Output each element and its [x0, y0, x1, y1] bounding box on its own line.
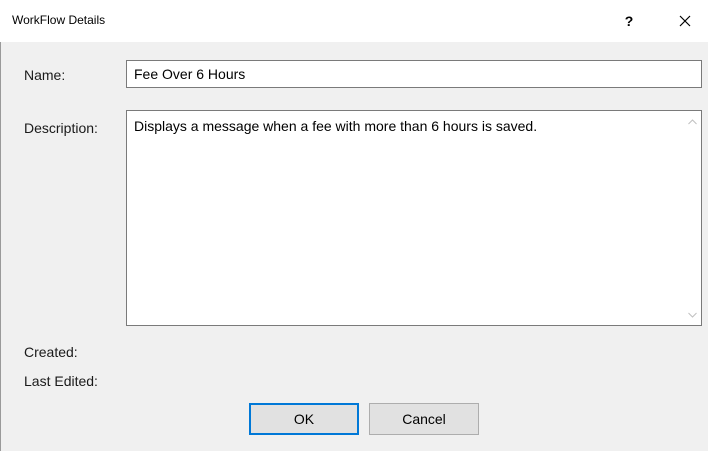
window-title: WorkFlow Details — [12, 13, 106, 27]
window-border — [0, 0, 1, 451]
name-field[interactable] — [126, 60, 702, 88]
ok-button[interactable]: OK — [249, 403, 359, 435]
close-icon — [679, 15, 691, 27]
description-label: Description: — [24, 120, 98, 136]
description-scrollbar[interactable] — [684, 111, 701, 325]
last-edited-label: Last Edited: — [24, 373, 98, 389]
help-button[interactable]: ? — [612, 6, 646, 36]
close-button[interactable] — [667, 6, 703, 36]
scroll-up-button[interactable] — [684, 113, 701, 130]
name-label: Name: — [24, 67, 66, 83]
title-bar: WorkFlow Details ? — [0, 0, 708, 42]
created-label: Created: — [24, 344, 78, 360]
workflow-details-dialog: WorkFlow Details ? Name: Description: Di… — [0, 0, 708, 451]
chevron-down-icon — [688, 312, 697, 318]
description-textarea[interactable]: Displays a message when a fee with more … — [126, 110, 702, 326]
chevron-up-icon — [688, 118, 697, 124]
description-text: Displays a message when a fee with more … — [134, 118, 538, 134]
scroll-down-button[interactable] — [684, 306, 701, 323]
cancel-button[interactable]: Cancel — [369, 403, 479, 435]
